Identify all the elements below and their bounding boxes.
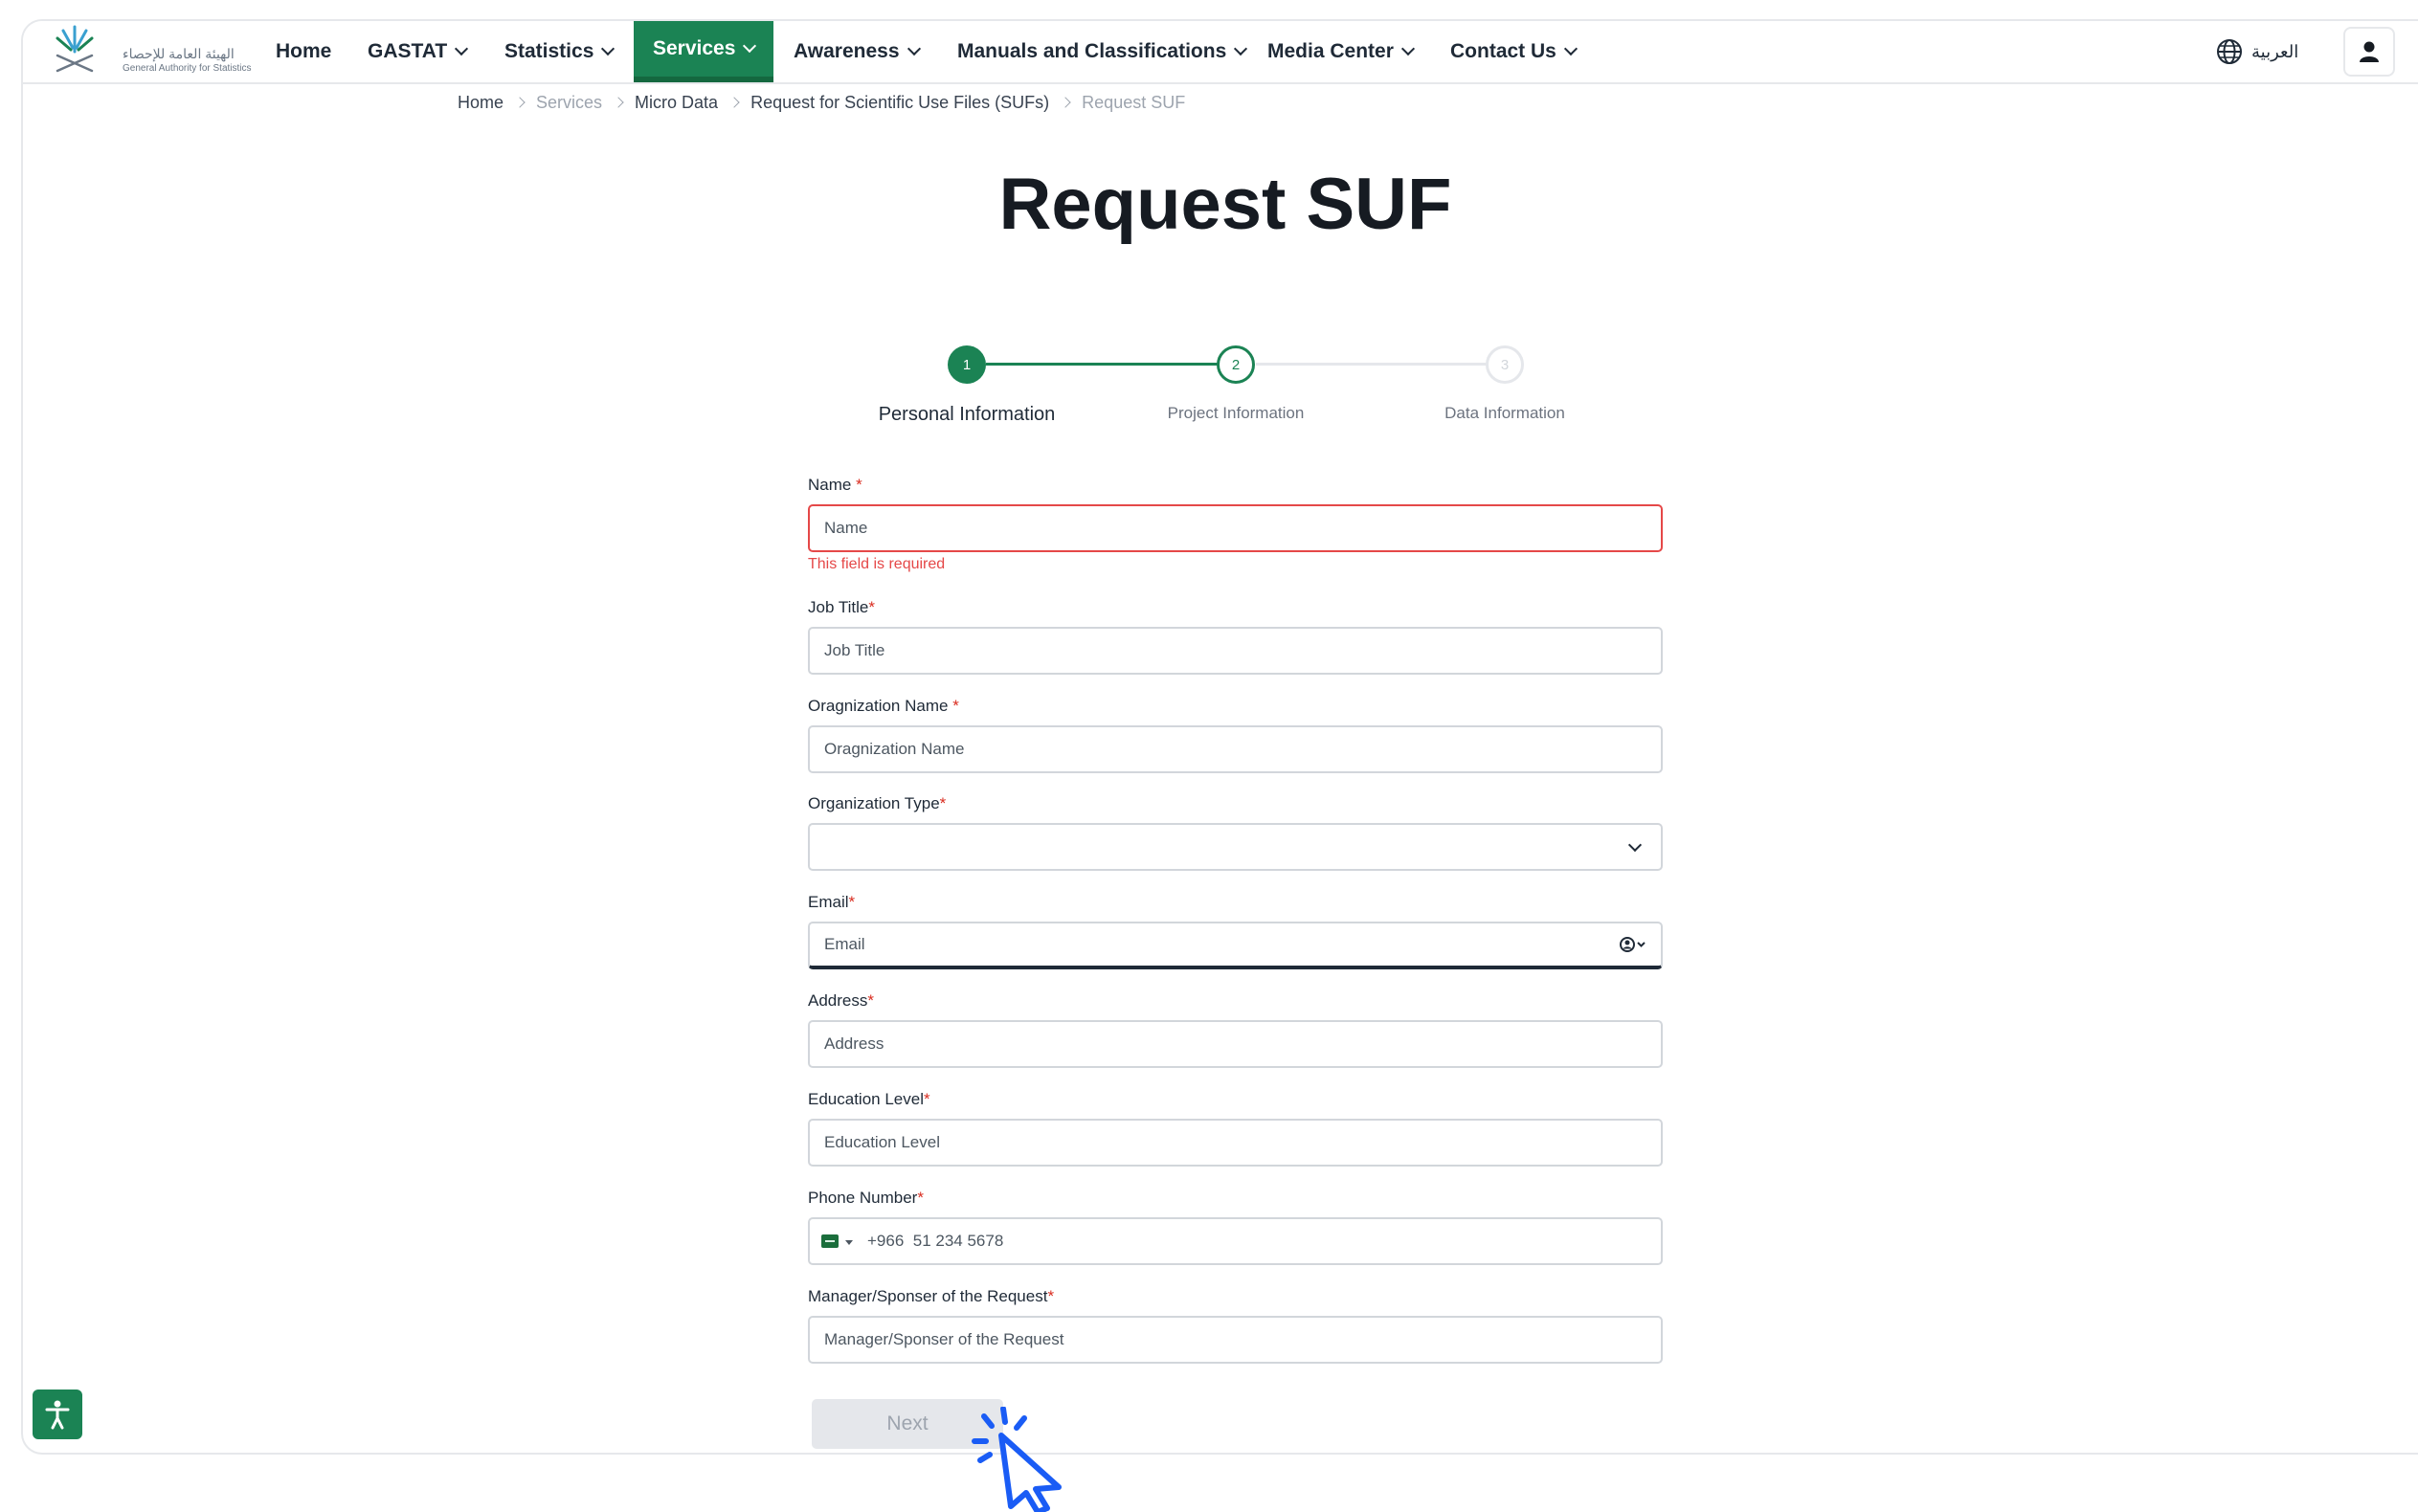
step-connector-pending	[1256, 363, 1488, 366]
phone-number-field	[808, 1217, 1663, 1265]
organization-type-select[interactable]	[808, 823, 1663, 871]
logo-text-en: General Authority for Statistics	[123, 63, 252, 74]
breadcrumb-home[interactable]: Home	[458, 93, 504, 113]
chevron-right-icon	[514, 97, 526, 108]
breadcrumb: Home Services Micro Data Request for Sci…	[458, 88, 1185, 117]
nav-item-label: Manuals and Classifications	[957, 40, 1227, 62]
education-level-input[interactable]	[808, 1119, 1663, 1167]
job-title-label: Job Title*	[808, 598, 875, 616]
nav-item-manuals[interactable]: Manuals and Classifications	[957, 21, 1248, 82]
autofill-contact-button[interactable]	[1619, 935, 1647, 954]
gastat-logo[interactable]: الهيئة العامة للإحصاء General Authority …	[44, 21, 255, 82]
manager-label: Manager/Sponser of the Request*	[808, 1287, 1055, 1305]
nav-item-awareness[interactable]: Awareness	[794, 21, 921, 82]
nav-item-label: Statistics	[504, 40, 594, 62]
education-level-label: Education Level*	[808, 1090, 930, 1108]
nav-item-label: Contact Us	[1450, 40, 1556, 62]
contact-autofill-icon	[1620, 937, 1646, 952]
chevron-right-icon	[1060, 97, 1071, 108]
step-2-label: Project Information	[1167, 404, 1305, 422]
chevron-down-icon	[743, 38, 757, 54]
address-input[interactable]	[808, 1020, 1663, 1068]
logo-text-ar: الهيئة العامة للإحصاء	[123, 46, 235, 61]
step-number: 1	[962, 356, 972, 373]
step-3-circle[interactable]: 3	[1486, 345, 1524, 384]
step-3-label: Data Information	[1444, 404, 1565, 422]
phone-number-label: Phone Number*	[808, 1189, 924, 1207]
step-number: 2	[1231, 356, 1241, 373]
user-icon	[2360, 41, 2379, 62]
chevron-down-icon	[1400, 41, 1415, 56]
phone-number-input[interactable]	[867, 1219, 1652, 1263]
step-1-circle[interactable]: 1	[948, 345, 986, 384]
saudi-flag-icon[interactable]	[821, 1234, 839, 1248]
nav-item-statistics[interactable]: Statistics	[504, 21, 616, 82]
accessibility-button[interactable]	[33, 1390, 82, 1439]
step-2-circle[interactable]: 2	[1217, 345, 1255, 384]
email-label: Email*	[808, 893, 856, 911]
chevron-right-icon	[613, 97, 624, 108]
nav-item-media-center[interactable]: Media Center	[1267, 21, 1415, 82]
nav-item-services[interactable]: Services	[634, 21, 774, 82]
chevron-down-icon	[1563, 41, 1578, 56]
name-error-message: This field is required	[808, 556, 946, 572]
chevron-right-icon	[728, 97, 740, 108]
accessibility-icon	[45, 1400, 70, 1430]
nav-item-label: Awareness	[794, 40, 900, 62]
breadcrumb-micro-data[interactable]: Micro Data	[635, 93, 718, 113]
job-title-input[interactable]	[808, 627, 1663, 675]
nav-item-label: Media Center	[1267, 40, 1394, 62]
language-label: العربية	[2251, 41, 2299, 61]
nav-item-gastat[interactable]: GASTAT	[368, 21, 469, 82]
organization-type-label: Organization Type*	[808, 794, 947, 812]
breadcrumb-services[interactable]: Services	[536, 93, 602, 113]
address-label: Address*	[808, 991, 874, 1010]
organization-name-input[interactable]	[808, 725, 1663, 773]
manager-input[interactable]	[808, 1316, 1663, 1364]
form-stepper: 1 2 3 Personal Information Project Infor…	[0, 325, 2418, 440]
step-1-label: Personal Information	[878, 404, 1056, 425]
name-label: Name *	[808, 476, 862, 494]
language-switcher[interactable]: العربية	[2215, 21, 2298, 82]
organization-name-label: Oragnization Name *	[808, 697, 959, 715]
breadcrumb-request-sufs[interactable]: Request for Scientific Use Files (SUFs)	[750, 93, 1049, 113]
nav-item-label: Services	[653, 37, 736, 59]
caret-down-icon[interactable]	[845, 1240, 853, 1245]
gastat-logo-icon	[56, 25, 94, 73]
nav-item-home[interactable]: Home	[276, 21, 331, 82]
chevron-down-icon	[601, 41, 616, 56]
chevron-down-icon	[1234, 41, 1248, 56]
top-navigation: الهيئة العامة للإحصاء General Authority …	[23, 21, 2418, 84]
breadcrumb-current: Request SUF	[1082, 92, 1186, 112]
chevron-down-icon	[1627, 837, 1643, 853]
name-input[interactable]	[808, 504, 1663, 552]
email-input[interactable]	[808, 922, 1663, 969]
chevron-down-icon	[907, 41, 921, 56]
step-connector-completed	[986, 363, 1237, 366]
page-title: Request SUF	[998, 164, 1452, 245]
chevron-down-icon	[455, 41, 469, 56]
nav-item-label: Home	[276, 40, 332, 62]
globe-icon	[2217, 39, 2242, 64]
nav-item-label: GASTAT	[368, 40, 448, 62]
nav-item-contact-us[interactable]: Contact Us	[1450, 21, 1578, 82]
step-number: 3	[1500, 356, 1510, 373]
user-account-button[interactable]	[2343, 27, 2395, 77]
mouse-cursor-icon	[972, 1407, 1062, 1512]
